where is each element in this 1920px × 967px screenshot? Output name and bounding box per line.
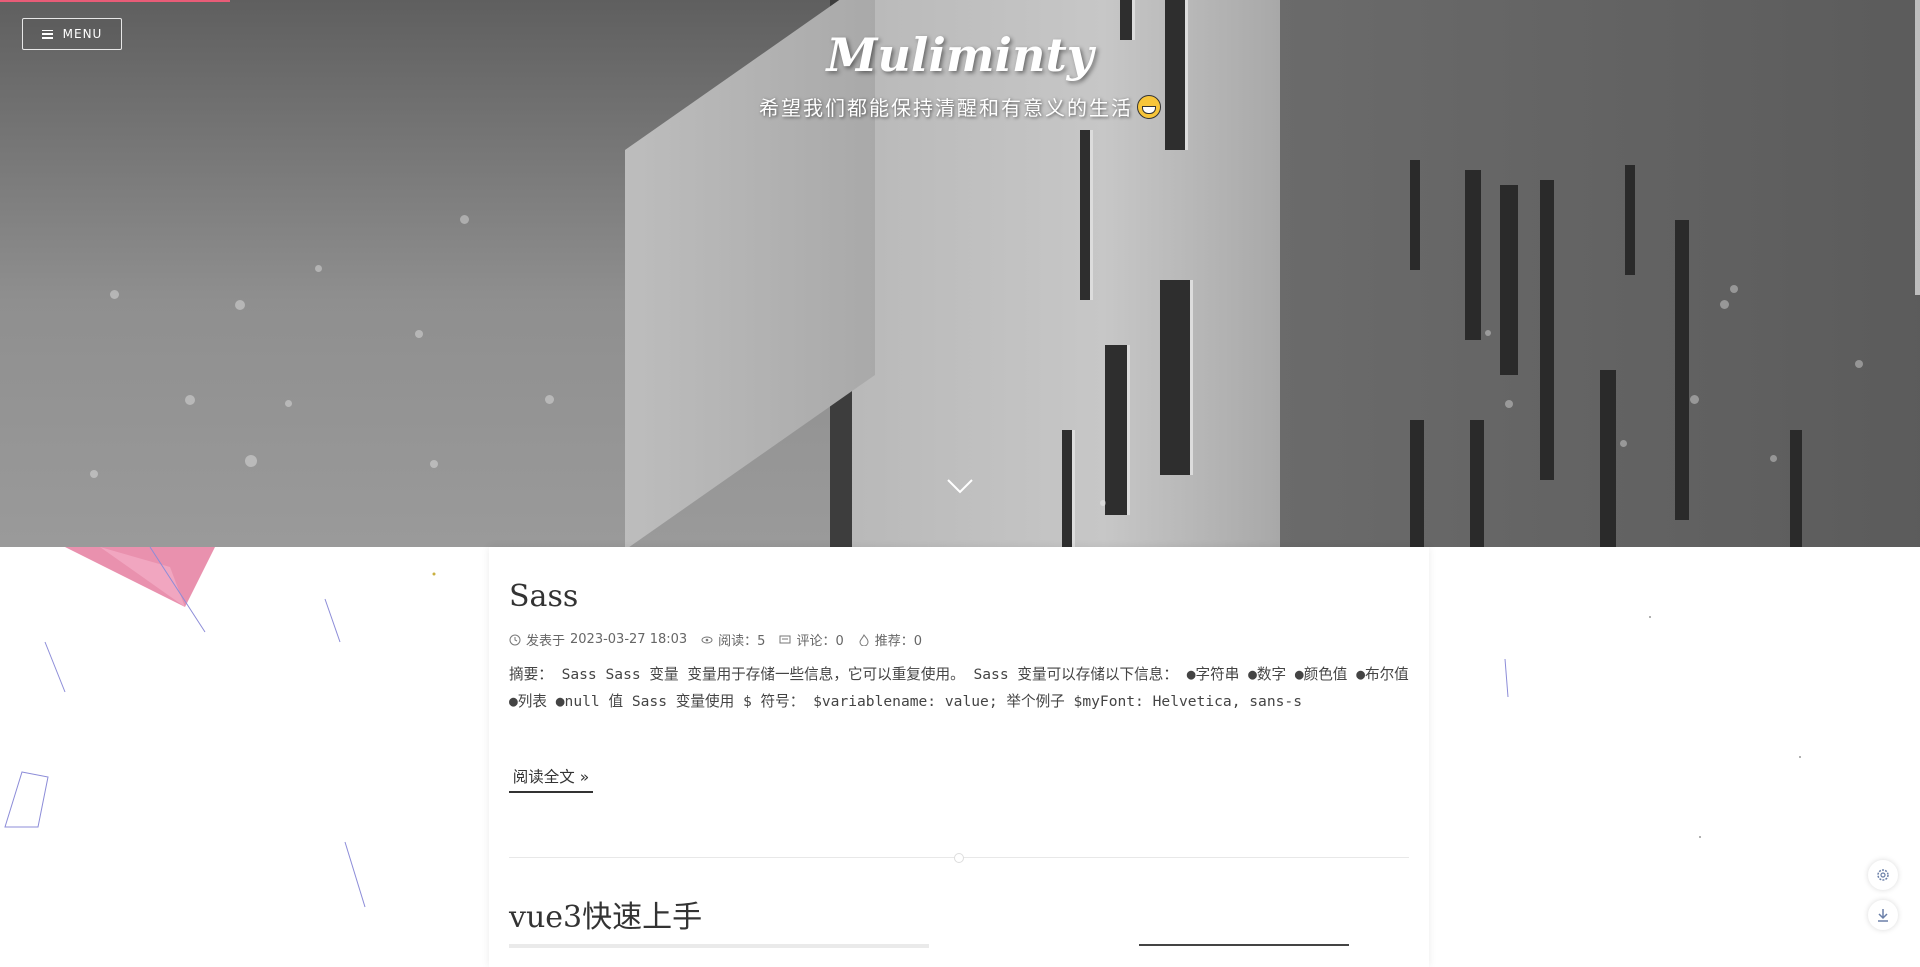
post-excerpt: 摘要： Sass Sass 变量 变量用于存储一些信息，它可以重复使用。 Sas… (509, 666, 1409, 710)
post-list-card: Sass 发表于 2023-03-27 18:03 阅读：5 评论：0 推荐：0… (489, 547, 1429, 967)
snow-particle (545, 395, 554, 404)
site-subtitle: 希望我们都能保持清醒和有意义的生活 (0, 92, 1920, 121)
snow-particle (245, 455, 257, 467)
menu-button[interactable]: MENU (22, 18, 122, 50)
snow-particle (1720, 300, 1729, 309)
eye-icon (701, 636, 713, 643)
published-label: 发表于 (526, 634, 566, 649)
post-meta-partial-line (1139, 944, 1349, 946)
snow-particle (1620, 440, 1627, 447)
snow-particle (185, 395, 195, 405)
snow-particle (285, 400, 292, 407)
post-views: 阅读：5 (701, 630, 765, 649)
building-window (1160, 280, 1193, 475)
building-window (1410, 160, 1420, 270)
views-count: 阅读：5 (718, 634, 766, 649)
snow-particle (1485, 330, 1491, 336)
building-window (1080, 130, 1093, 300)
snow-particle (1100, 500, 1106, 506)
flame-icon (859, 633, 869, 646)
building-window (1500, 185, 1518, 375)
hamburger-icon (41, 29, 53, 39)
site-title[interactable]: Muliminty (0, 28, 1920, 82)
snow-particle (110, 290, 119, 299)
building-window (1540, 180, 1554, 480)
building-window (1625, 165, 1635, 275)
download-icon (1878, 909, 1888, 922)
gear-icon (1877, 869, 1889, 881)
building-side (1275, 0, 1920, 547)
snow-particle (1855, 360, 1863, 368)
post-meta: 发表于 2023-03-27 18:03 阅读：5 评论：0 推荐：0 (509, 630, 922, 649)
post-comments: 评论：0 (779, 630, 844, 649)
snow-particle (415, 330, 423, 338)
subtitle-text: 希望我们都能保持清醒和有意义的生活 (759, 96, 1133, 120)
read-more-link[interactable]: 阅读全文 » (509, 765, 593, 793)
building-window (1790, 430, 1802, 547)
snow-particle (1730, 285, 1738, 293)
post-likes: 推荐：0 (858, 630, 922, 649)
grinning-face-icon (1137, 95, 1161, 119)
snow-particle (430, 460, 438, 468)
likes-count: 推荐：0 (874, 634, 923, 649)
snow-particle (235, 300, 245, 310)
comments-count[interactable]: 评论：0 (796, 630, 843, 649)
post-meta-partial (509, 944, 929, 948)
building-window (1410, 420, 1424, 547)
divider-ornament (954, 853, 964, 863)
post-title[interactable]: Sass (509, 579, 578, 614)
chevron-down-icon[interactable] (946, 476, 974, 496)
snow-particle (1770, 455, 1777, 462)
published-date: 2023-03-27 18:03 (570, 632, 688, 647)
hero-banner: Muliminty 希望我们都能保持清醒和有意义的生活 (0, 0, 1920, 547)
post-date: 发表于 2023-03-27 18:03 (509, 630, 687, 649)
building-window (1465, 170, 1481, 340)
scrollbar[interactable] (1915, 0, 1920, 295)
comment-icon (779, 635, 791, 643)
building-window (1105, 345, 1130, 515)
settings-button[interactable] (1868, 860, 1898, 890)
snow-particle (1690, 395, 1699, 404)
building-window (1470, 420, 1484, 547)
post-title[interactable]: vue3快速上手 (509, 892, 702, 936)
clock-icon (509, 634, 521, 645)
building-front (840, 0, 1280, 547)
menu-label: MENU (62, 27, 103, 41)
building-window (1600, 370, 1616, 547)
snow-particle (315, 265, 322, 272)
download-button[interactable] (1868, 900, 1898, 930)
snow-particle (90, 470, 98, 478)
building-window (1062, 430, 1075, 547)
building-window (1675, 220, 1689, 520)
reading-progress-bar (0, 0, 230, 2)
snow-particle (1505, 400, 1513, 408)
snow-particle (460, 215, 469, 224)
